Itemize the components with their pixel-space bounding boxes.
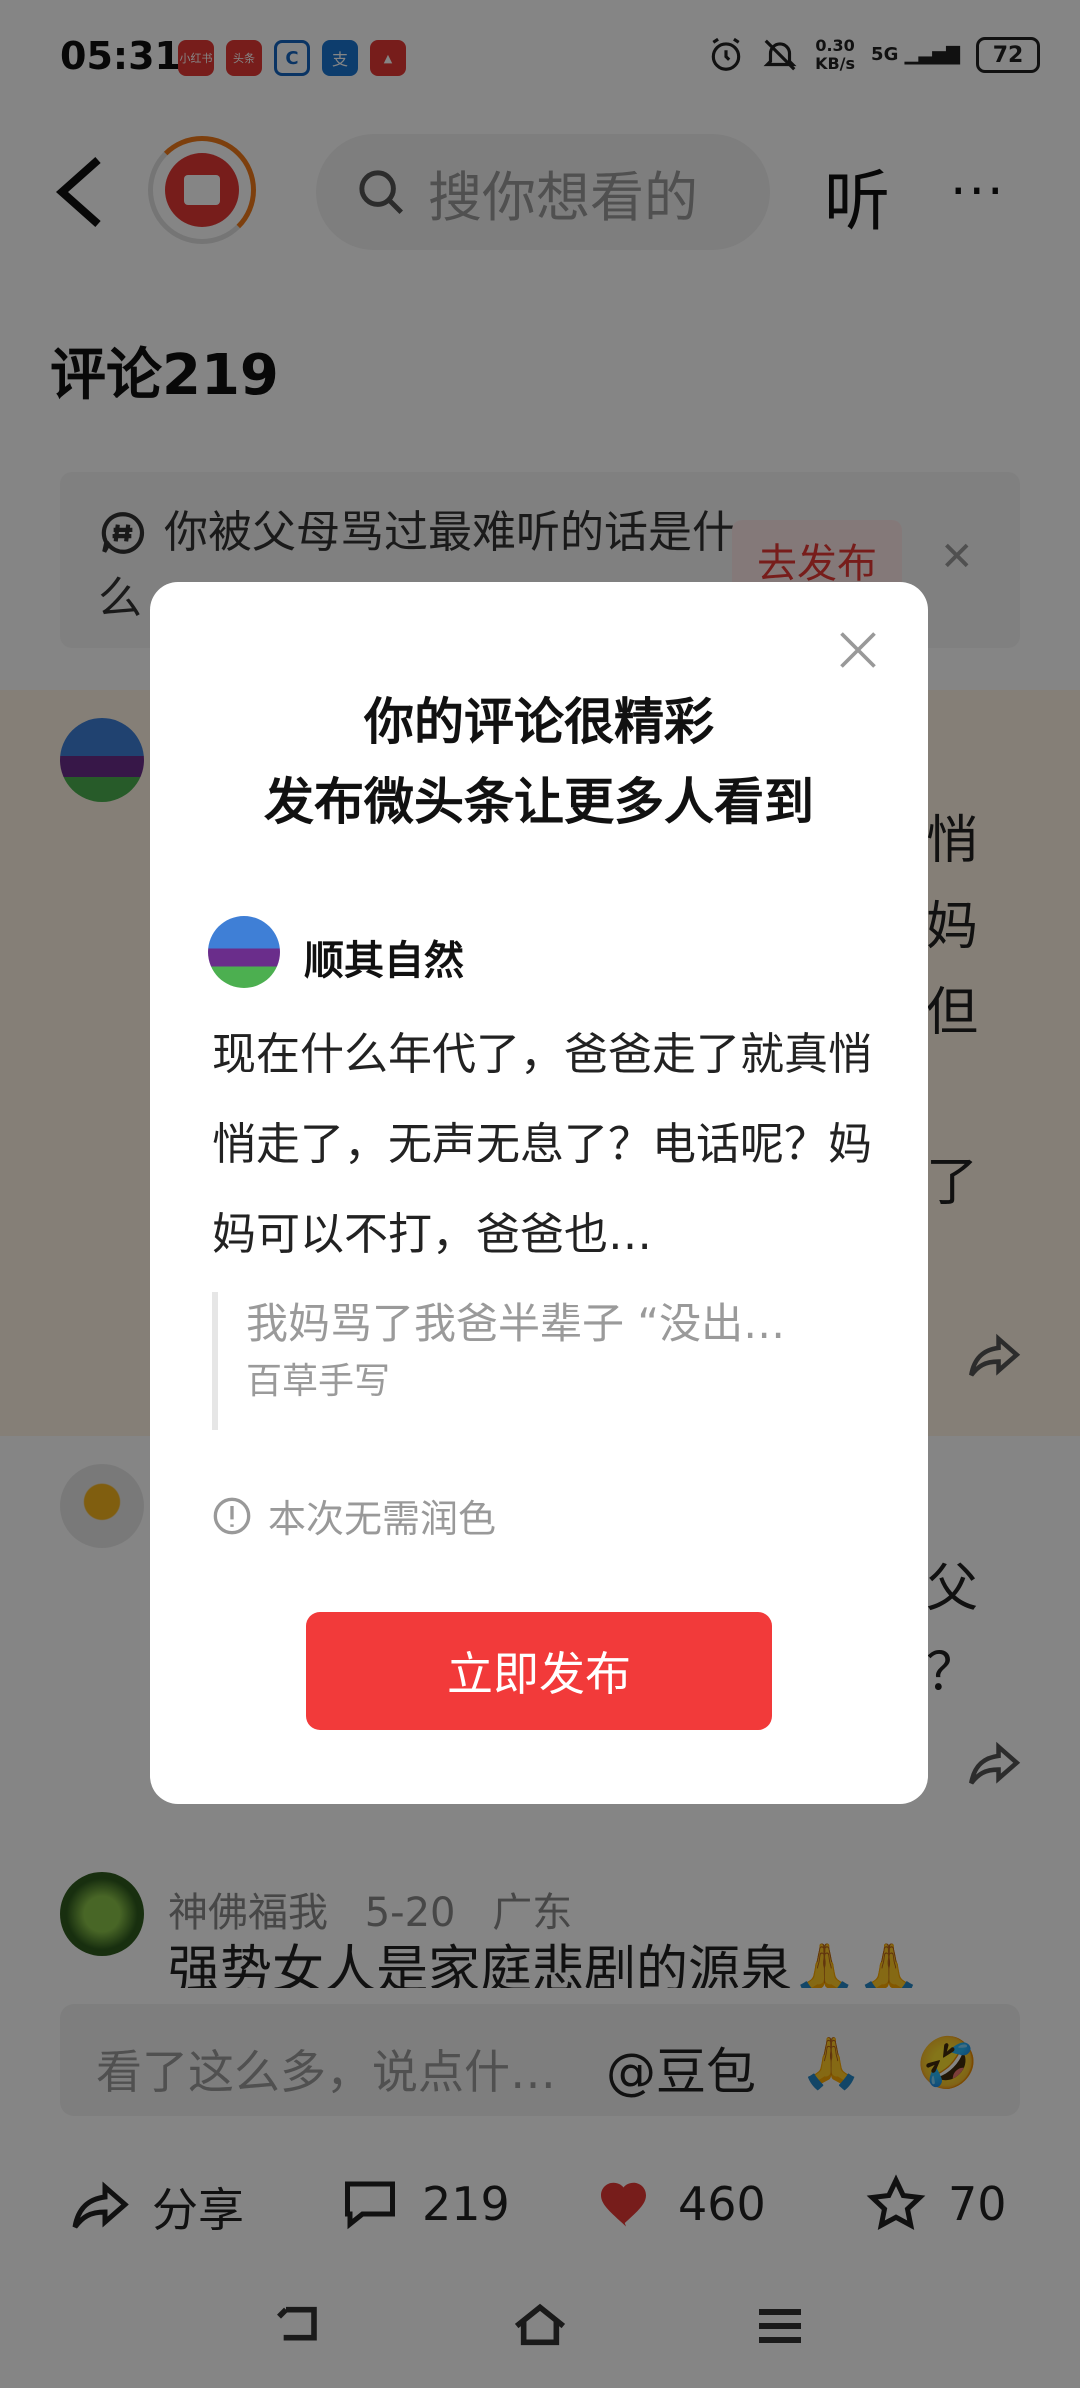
comment-preview-text: 现在什么年代了，爸爸走了就真悄悄走了，无声无息了？电话呢？妈妈可以不打，爸爸也… xyxy=(212,1029,872,1260)
modal-backdrop-bottom xyxy=(0,2262,1080,2388)
dialog-title: 你的评论很精彩 发布微头条让更多人看到 xyxy=(150,682,928,842)
polish-note: 本次无需润色 xyxy=(212,1488,496,1543)
quoted-article-title: 我妈骂了我爸半辈子 “没出… xyxy=(246,1299,786,1348)
dialog-title-line2: 发布微头条让更多人看到 xyxy=(264,773,814,831)
avatar xyxy=(208,916,280,988)
dialog-title-line1: 你的评论很精彩 xyxy=(364,693,714,751)
modal-backdrop-top xyxy=(0,0,1080,112)
publish-now-button[interactable]: 立即发布 xyxy=(306,1612,772,1730)
polish-note-text: 本次无需润色 xyxy=(268,1497,497,1541)
info-icon xyxy=(213,1497,251,1534)
publish-prompt-dialog: 你的评论很精彩 发布微头条让更多人看到 顺其自然 现在什么年代了，爸爸走了就真悄… xyxy=(150,582,928,1804)
quoted-article: 我妈骂了我爸半辈子 “没出… 百草手写 xyxy=(212,1292,872,1430)
username: 顺其自然 xyxy=(304,938,464,984)
close-icon[interactable] xyxy=(836,628,880,672)
quoted-article-source: 百草手写 xyxy=(246,1361,391,1402)
